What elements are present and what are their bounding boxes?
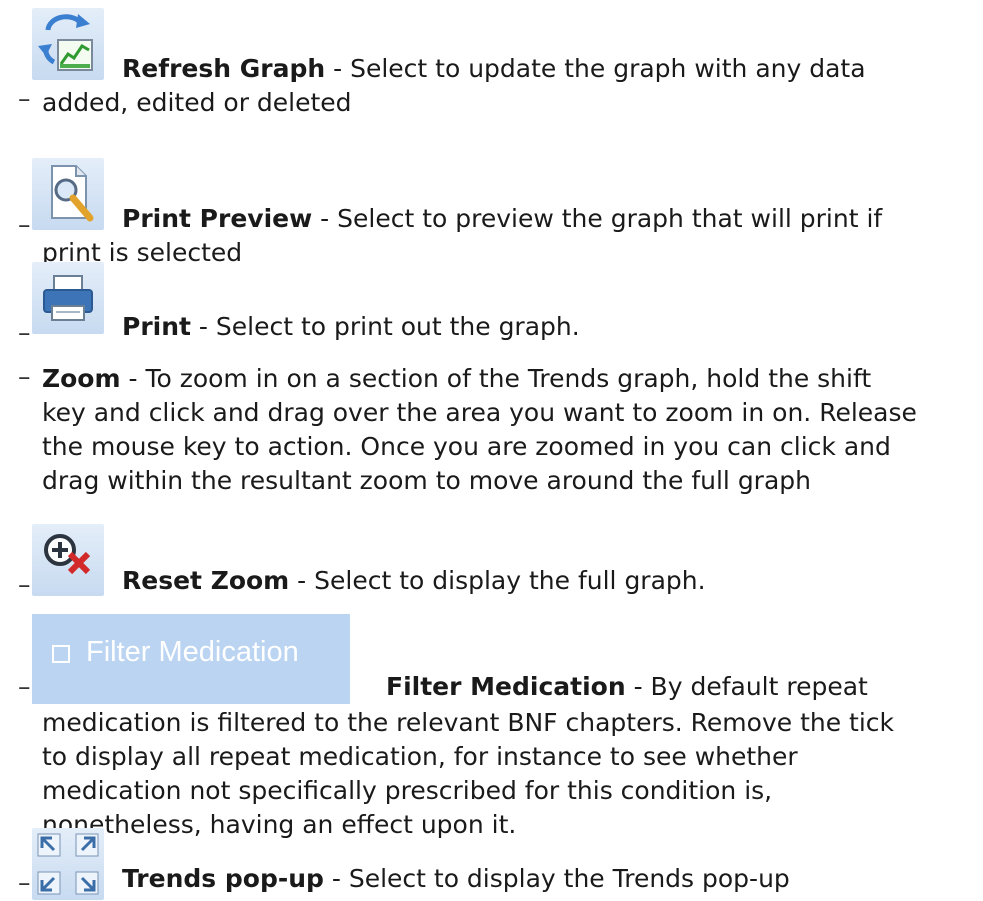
item-title: Print Preview — [122, 204, 313, 233]
item-line: Reset Zoom - Select to display the full … — [122, 564, 706, 598]
refresh-graph-icon[interactable] — [32, 8, 104, 80]
item-line: Zoom - To zoom in on a section of the Tr… — [42, 362, 871, 396]
list-dash: – — [18, 84, 31, 113]
item-title: Filter Medication — [386, 672, 626, 701]
list-dash: – — [18, 868, 31, 897]
item-line: Filter Medication - By default repeat — [386, 670, 868, 704]
item-desc-cont: medication is filtered to the relevant B… — [42, 708, 895, 737]
item-title: Refresh Graph — [122, 54, 326, 83]
item-desc-cont: added, edited or deleted — [42, 88, 352, 117]
item-line: Refresh Graph - Select to update the gra… — [122, 52, 866, 86]
item-desc: - Select to update the graph with any da… — [325, 54, 866, 83]
item-desc: - Select to print out the graph. — [190, 312, 580, 341]
item-desc: - Select to display the Trends pop-up — [323, 864, 790, 893]
print-preview-icon[interactable] — [32, 158, 104, 230]
reset-zoom-icon[interactable] — [32, 524, 104, 596]
expand-arrows-icon[interactable] — [32, 828, 104, 900]
list-dash: – — [18, 362, 31, 391]
item-desc: - Select to display the full graph. — [289, 566, 706, 595]
list-dash: – — [18, 210, 31, 239]
item-line: Print - Select to print out the graph. — [122, 310, 580, 344]
item-desc-cont: drag within the resultant zoom to move a… — [42, 466, 811, 495]
item-desc-cont: nonetheless, having an effect upon it. — [42, 810, 517, 839]
printer-icon[interactable] — [32, 262, 104, 334]
list-dash: – — [18, 570, 31, 599]
item-desc-cont: the mouse key to action. Once you are zo… — [42, 432, 891, 461]
item-desc: - Select to preview the graph that will … — [312, 204, 883, 233]
item-desc-cont: key and click and drag over the area you… — [42, 398, 917, 427]
filter-medication-label: Filter Medication — [86, 636, 299, 668]
item-line: Trends pop-up - Select to display the Tr… — [122, 862, 790, 896]
list-dash: – — [18, 318, 31, 347]
item-title: Reset Zoom — [122, 566, 290, 595]
item-desc-cont: medication not specifically prescribed f… — [42, 776, 773, 805]
filter-medication-checkbox[interactable]: Filter Medication — [32, 614, 350, 704]
item-desc: - To zoom in on a section of the Trends … — [120, 364, 872, 393]
item-title: Trends pop-up — [122, 864, 324, 893]
item-desc-cont: to display all repeat medication, for in… — [42, 742, 798, 771]
item-line: Print Preview - Select to preview the gr… — [122, 202, 882, 236]
checkbox-icon[interactable] — [52, 645, 70, 663]
item-title: Zoom — [42, 364, 121, 393]
item-title: Print — [122, 312, 191, 341]
list-dash: – — [18, 672, 31, 701]
item-desc: - By default repeat — [625, 672, 868, 701]
